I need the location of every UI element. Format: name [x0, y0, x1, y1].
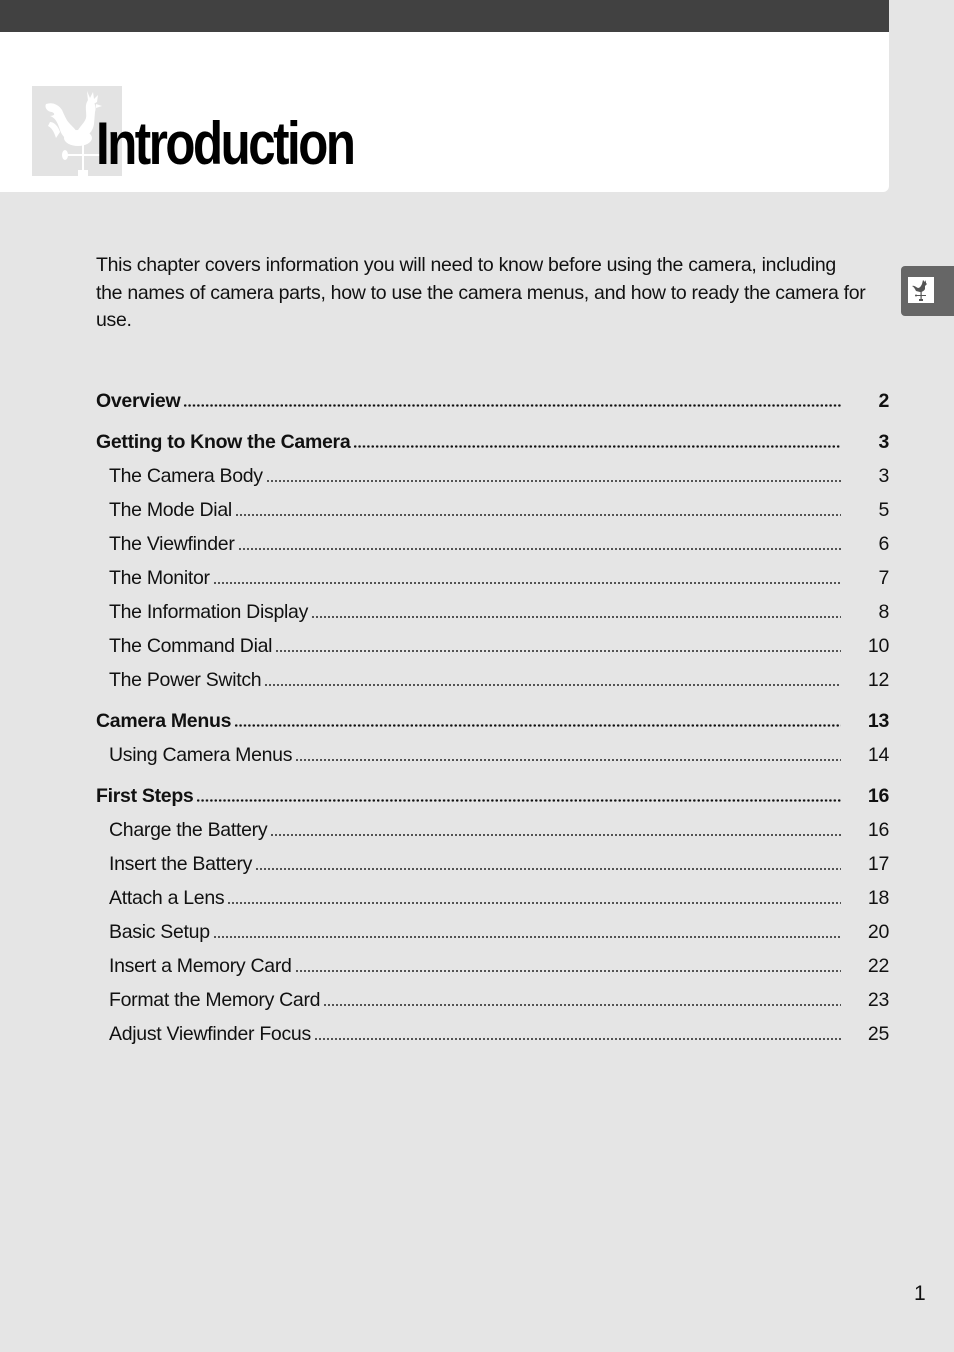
toc-entry-page[interactable]: 14 — [859, 738, 889, 772]
toc-dot-leader — [265, 480, 841, 482]
toc-entry-page[interactable]: 3 — [859, 425, 889, 459]
toc-subsection-entry[interactable]: The Command Dial 10 — [96, 629, 889, 663]
toc-entry-page[interactable]: 22 — [859, 949, 889, 983]
toc-entry-page[interactable]: 3 — [859, 459, 889, 493]
toc-entry-page[interactable]: 23 — [859, 983, 889, 1017]
toc-entry-title[interactable]: Format the Memory Card — [109, 989, 321, 1012]
toc-entry-title[interactable]: First Steps — [96, 785, 194, 808]
toc-entry-page[interactable]: 10 — [859, 629, 889, 663]
toc-dot-leader — [183, 404, 841, 407]
toc-dot-leader — [227, 902, 841, 904]
toc-entry-title[interactable]: Camera Menus — [96, 710, 231, 733]
toc-entry-page[interactable]: 25 — [859, 1017, 889, 1051]
toc-entry-title[interactable]: Getting to Know the Camera — [96, 431, 351, 454]
toc-subsection-entry[interactable]: The Camera Body 3 — [96, 459, 889, 493]
chapter-side-tab[interactable] — [901, 266, 954, 316]
toc-entry-page[interactable]: 16 — [859, 779, 889, 813]
toc-subsection-entry[interactable]: Basic Setup 20 — [96, 915, 889, 949]
toc-section-entry[interactable]: Overview 2 — [96, 384, 889, 418]
toc-dot-leader — [275, 650, 841, 652]
toc-entry-title[interactable]: The Monitor — [109, 567, 210, 590]
toc-dot-leader — [294, 970, 841, 972]
toc-dot-leader — [323, 1004, 841, 1006]
toc-subsection-entry[interactable]: Charge the Battery 16 — [96, 813, 889, 847]
toc-entry-title[interactable]: The Power Switch — [109, 669, 262, 692]
toc-entry-title[interactable]: Basic Setup — [109, 921, 210, 944]
toc-dot-leader — [196, 799, 841, 802]
toc-entry-title[interactable]: The Command Dial — [109, 635, 272, 658]
toc-entry-title[interactable]: The Information Display — [109, 601, 308, 624]
toc-entry-title[interactable]: Attach a Lens — [109, 887, 225, 910]
toc-entry-title[interactable]: Overview — [96, 390, 181, 413]
toc-dot-leader — [234, 724, 841, 727]
intro-paragraph: This chapter covers information you will… — [96, 254, 866, 331]
toc-entry-page[interactable]: 13 — [859, 704, 889, 738]
toc-entry-title[interactable]: Insert the Battery — [109, 853, 252, 876]
toc-entry-page[interactable]: 17 — [859, 847, 889, 881]
toc-dot-leader — [212, 582, 841, 584]
toc-entry-page[interactable]: 2 — [859, 384, 889, 418]
toc-subsection-entry[interactable]: Using Camera Menus 14 — [96, 738, 889, 772]
weathervane-rooster-icon — [908, 277, 934, 303]
toc-dot-leader — [212, 936, 841, 938]
toc-entry-page[interactable]: 16 — [859, 813, 889, 847]
toc-entry-page[interactable]: 6 — [859, 527, 889, 561]
toc-subsection-entry[interactable]: Format the Memory Card 23 — [96, 983, 889, 1017]
toc-entry-page[interactable]: 5 — [859, 493, 889, 527]
toc-entry-title[interactable]: Insert a Memory Card — [109, 955, 292, 978]
toc-entry-page[interactable]: 12 — [859, 663, 889, 697]
toc-dot-leader — [234, 514, 841, 516]
toc-subsection-entry[interactable]: The Power Switch 12 — [96, 663, 889, 697]
toc-dot-leader — [311, 616, 841, 618]
toc-subsection-entry[interactable]: The Mode Dial 5 — [96, 493, 889, 527]
toc-dot-leader — [237, 548, 841, 550]
toc-subsection-entry[interactable]: Insert a Memory Card 22 — [96, 949, 889, 983]
toc-subsection-entry[interactable]: Insert the Battery 17 — [96, 847, 889, 881]
toc-entry-title[interactable]: The Camera Body — [109, 465, 263, 488]
chapter-title: Introduction — [96, 110, 356, 177]
toc-entry-title[interactable]: The Mode Dial — [109, 499, 232, 522]
toc-section-entry[interactable]: Getting to Know the Camera 3 — [96, 425, 889, 459]
table-of-contents: Overview 2 Getting to Know the Camera 3 The … — [96, 384, 889, 1051]
page-number: 1 — [914, 1282, 926, 1305]
toc-entry-title[interactable]: The Viewfinder — [109, 533, 235, 556]
toc-entry-title[interactable]: Using Camera Menus — [109, 744, 292, 767]
toc-subsection-entry[interactable]: Attach a Lens 18 — [96, 881, 889, 915]
toc-dot-leader — [295, 759, 841, 761]
toc-dot-leader — [353, 445, 841, 448]
toc-entry-page[interactable]: 18 — [859, 881, 889, 915]
toc-entry-page[interactable]: 20 — [859, 915, 889, 949]
toc-entry-title[interactable]: Adjust Viewfinder Focus — [109, 1023, 311, 1046]
toc-subsection-entry[interactable]: The Viewfinder 6 — [96, 527, 889, 561]
toc-section-entry[interactable]: Camera Menus 13 — [96, 704, 889, 738]
toc-dot-leader — [270, 834, 841, 836]
toc-subsection-entry[interactable]: Adjust Viewfinder Focus 25 — [96, 1017, 889, 1051]
toc-section-entry[interactable]: First Steps 16 — [96, 779, 889, 813]
toc-entry-page[interactable]: 8 — [859, 595, 889, 629]
toc-dot-leader — [264, 684, 841, 686]
toc-entry-title[interactable]: Charge the Battery — [109, 819, 268, 842]
top-bar — [0, 0, 889, 32]
toc-dot-leader — [313, 1038, 841, 1040]
toc-subsection-entry[interactable]: The Monitor 7 — [96, 561, 889, 595]
toc-dot-leader — [255, 868, 841, 870]
toc-entry-page[interactable]: 7 — [859, 561, 889, 595]
toc-subsection-entry[interactable]: The Information Display 8 — [96, 595, 889, 629]
